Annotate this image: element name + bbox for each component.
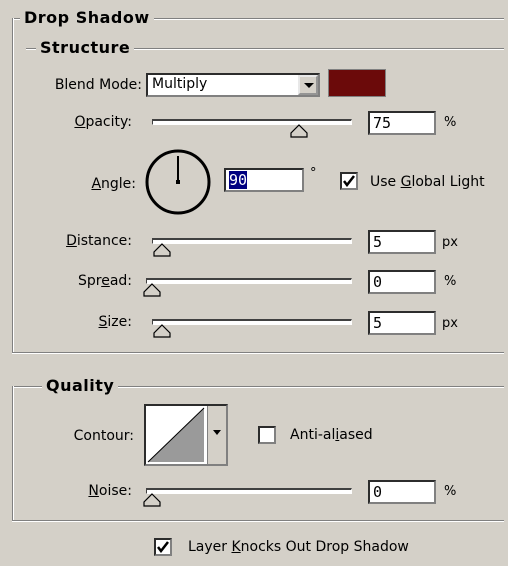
distance-field[interactable]: 5 (368, 230, 436, 254)
spread-slider[interactable] (146, 278, 352, 284)
layer-knocks-out-label: Layer Knocks Out Drop Shadow (188, 539, 409, 555)
size-label: Size: (98, 314, 132, 330)
noise-slider[interactable] (146, 488, 352, 494)
opacity-slider[interactable] (152, 119, 352, 125)
use-global-light-label: Use Global Light (370, 174, 485, 190)
angle-field[interactable]: 90 (224, 168, 304, 192)
checkmark-icon (343, 175, 355, 187)
spread-label: Spread: (77, 273, 132, 289)
angle-unit: ° (310, 166, 317, 181)
size-unit: px (442, 316, 458, 331)
checkmark-icon (157, 541, 169, 553)
opacity-label: Opacity: (74, 114, 132, 130)
use-global-light-checkbox[interactable] (340, 172, 358, 190)
slider-thumb-icon (153, 324, 171, 338)
structure-title: Structure (36, 38, 135, 57)
quality-frame-left (12, 386, 14, 520)
size-slider[interactable] (152, 319, 352, 325)
noise-unit: % (444, 484, 457, 499)
anti-aliased-checkbox[interactable] (258, 426, 276, 444)
blend-mode-value: Multiply (152, 76, 208, 92)
distance-unit: px (442, 235, 458, 250)
slider-thumb-icon (153, 243, 171, 257)
contour-curve-icon (147, 407, 205, 463)
blend-mode-select[interactable]: Multiply (146, 73, 320, 97)
chevron-down-icon[interactable] (298, 75, 318, 95)
noise-field[interactable]: 0 (368, 480, 436, 504)
chevron-down-icon (213, 430, 221, 435)
distance-label: Distance: (66, 233, 132, 249)
contour-picker[interactable] (144, 404, 228, 466)
drop-shadow-title: Drop Shadow (20, 8, 154, 27)
layer-knocks-out-checkbox[interactable] (154, 538, 172, 556)
slider-thumb-icon (290, 124, 308, 138)
contour-label: Contour: (73, 428, 134, 444)
size-field[interactable]: 5 (368, 311, 436, 335)
noise-label: Noise: (88, 483, 132, 499)
slider-thumb-icon (143, 493, 161, 507)
blend-mode-label: Blend Mode: (54, 77, 142, 93)
contour-dropdown-button[interactable] (207, 406, 226, 464)
distance-slider[interactable] (152, 238, 352, 244)
angle-dial[interactable] (144, 148, 212, 216)
opacity-unit: % (444, 115, 457, 130)
slider-thumb-icon (143, 283, 161, 297)
quality-title: Quality (42, 376, 119, 395)
drop-shadow-panel: Drop Shadow Structure Blend Mode: Multip… (0, 0, 512, 566)
anti-aliased-label: Anti-aliased (290, 427, 373, 443)
angle-value: 90 (229, 171, 248, 189)
drop-shadow-frame-bottom (12, 352, 504, 354)
quality-frame-bottom (12, 520, 504, 522)
opacity-field[interactable]: 75 (368, 111, 436, 135)
spread-unit: % (444, 274, 457, 289)
spread-field[interactable]: 0 (368, 270, 436, 294)
angle-label: Angle: (91, 176, 136, 192)
shadow-color-swatch[interactable] (328, 69, 386, 97)
panel-right-edge (508, 0, 512, 566)
